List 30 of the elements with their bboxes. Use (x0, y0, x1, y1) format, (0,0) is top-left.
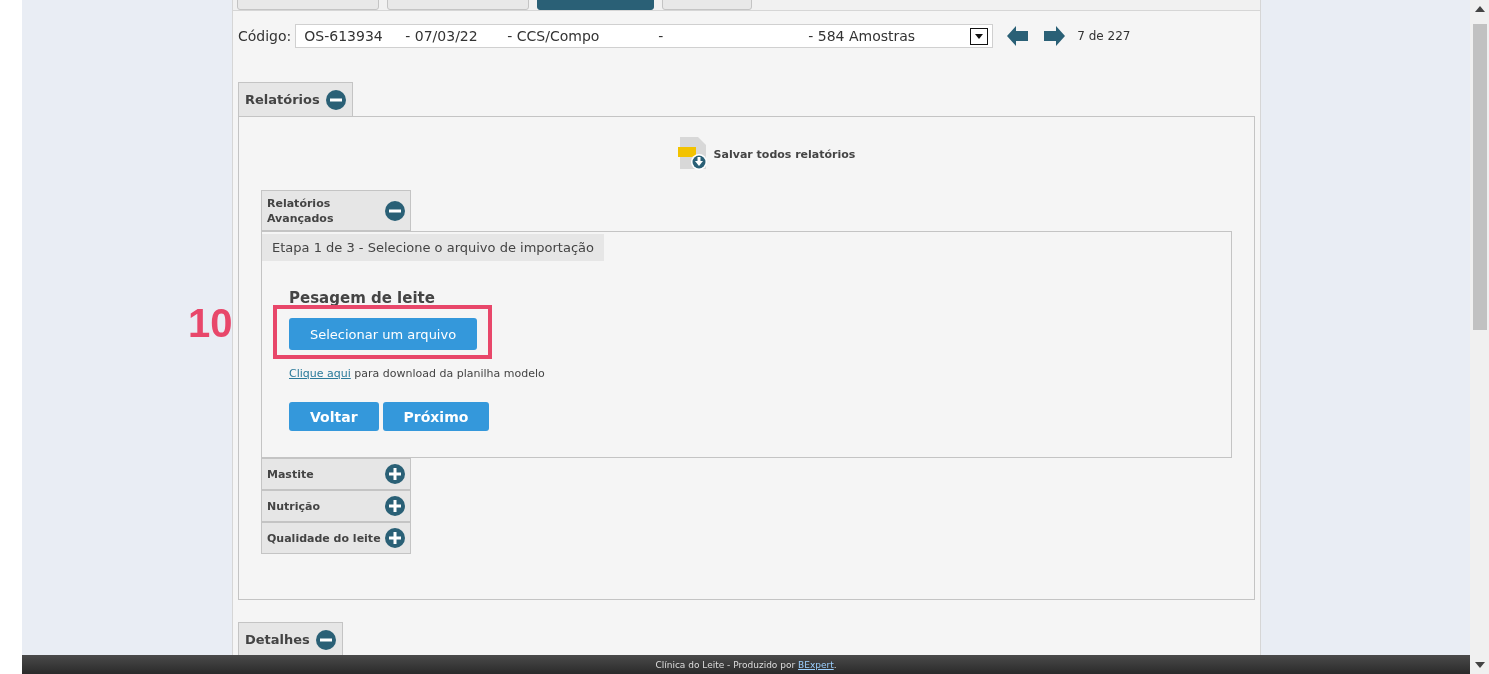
subsection-tab[interactable]: Nutrição (261, 490, 411, 522)
collapse-icon[interactable] (315, 629, 336, 650)
next-arrow-icon[interactable] (1043, 26, 1066, 46)
step-number-annotation: 10 (188, 301, 233, 346)
download-hint: Clique aqui para download da planilha modelo (289, 367, 545, 380)
section-tab[interactable]: Detalhes (238, 622, 343, 655)
footer-text: Clínica do Leite - Produzido por BExpert. (655, 659, 837, 670)
expand-icon[interactable] (385, 528, 405, 548)
section-heading: Pesagem de leite (289, 289, 435, 307)
save-all-reports-link[interactable]: Salvar todos relatórios (713, 147, 856, 161)
collapse-icon[interactable] (325, 89, 346, 110)
expand-icon[interactable] (385, 496, 405, 516)
record-dropdown[interactable]: OS-613934 - 07/03/22 - CCS/Compo - - 584 Amostras (295, 24, 994, 48)
scrollbar[interactable] (1470, 0, 1489, 674)
subsection-tab[interactable]: Relatórios Avançados (261, 190, 411, 231)
previous-arrow-icon[interactable] (1007, 26, 1030, 46)
subsection-tab[interactable]: Mastite (261, 458, 411, 490)
collapse-icon[interactable] (385, 200, 405, 221)
bexpert-link[interactable]: BExpert (798, 659, 834, 670)
zip-download-icon[interactable] (677, 137, 710, 171)
code-label: Código: (238, 28, 292, 44)
section-tab[interactable]: Relatórios (238, 82, 353, 116)
click-here-link[interactable]: Clique aqui (289, 367, 351, 380)
record-position: 7 de 227 (1077, 29, 1131, 43)
scroll-down-icon[interactable] (1474, 662, 1485, 668)
subsection-tab[interactable]: Qualidade do leite (261, 522, 411, 554)
step-header: Etapa 1 de 3 - Selecione o arquivo de importação (262, 234, 604, 261)
dropdown-caret-icon (970, 28, 989, 45)
scroll-up-icon[interactable] (1474, 6, 1485, 12)
expand-icon[interactable] (385, 464, 405, 484)
